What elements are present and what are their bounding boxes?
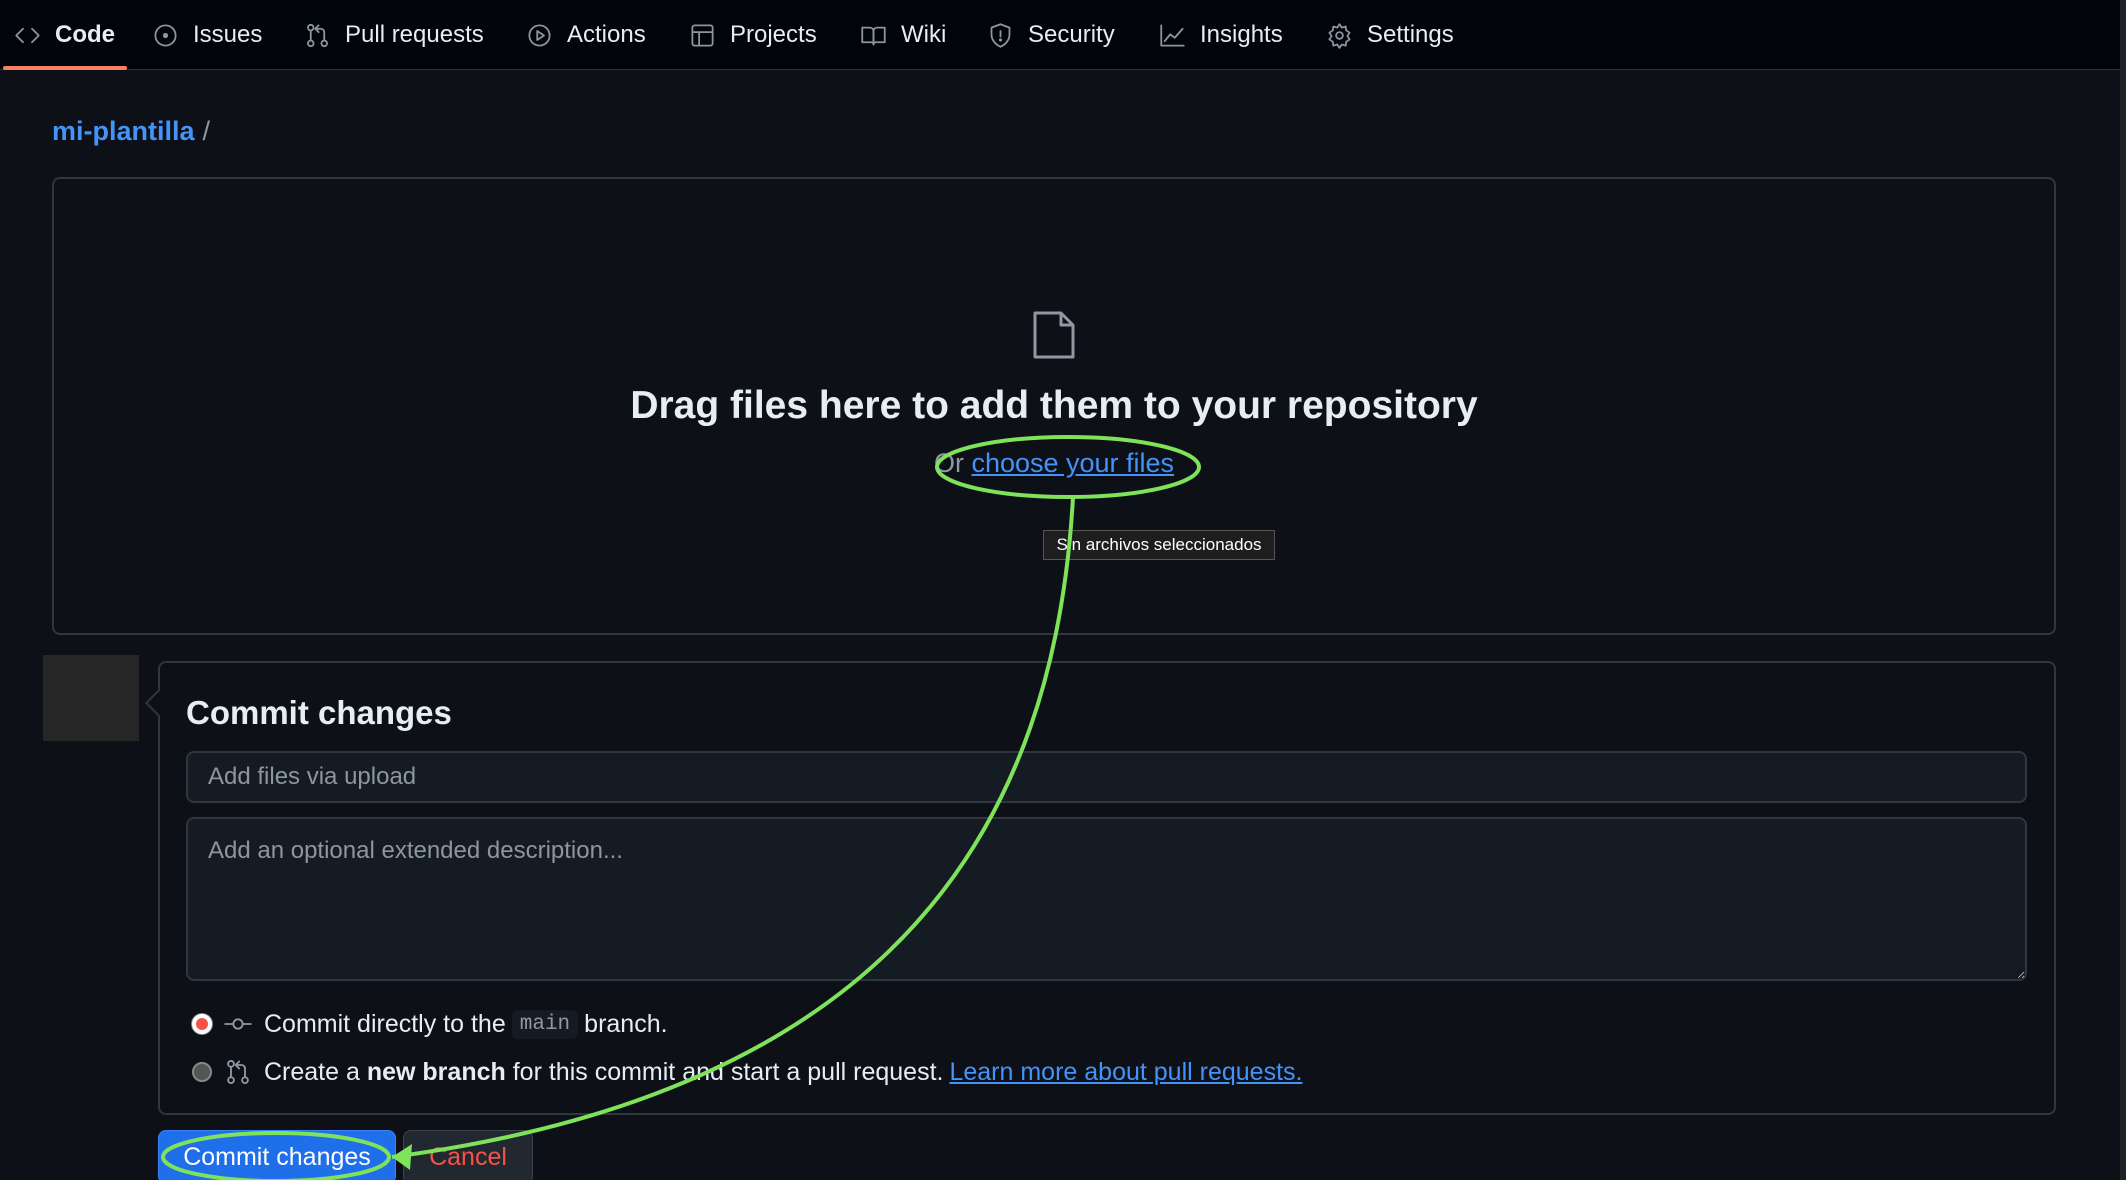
tab-label: Pull requests bbox=[345, 21, 484, 48]
tab-projects[interactable]: Projects bbox=[689, 0, 817, 70]
shield-icon bbox=[990, 22, 1011, 48]
tab-label: Settings bbox=[1367, 21, 1454, 48]
tab-label: Insights bbox=[1200, 21, 1283, 48]
tab-security[interactable]: Security bbox=[987, 0, 1115, 70]
commit-summary-input[interactable] bbox=[186, 751, 2027, 803]
table-icon bbox=[691, 23, 714, 47]
breadcrumb-separator: / bbox=[202, 115, 211, 146]
commit-changes-button[interactable]: Commit changes bbox=[158, 1130, 396, 1180]
book-icon bbox=[861, 26, 886, 45]
tab-label: Projects bbox=[730, 21, 817, 48]
new-branch-bold: new branch bbox=[366, 1057, 506, 1086]
tab-issues[interactable]: Issues bbox=[152, 0, 262, 70]
cancel-button[interactable]: Cancel bbox=[403, 1130, 533, 1180]
pull-request-icon bbox=[307, 23, 328, 47]
commit-direct-option[interactable]: Commit directly to the main branch. bbox=[192, 1006, 668, 1042]
commit-heading: Commit changes bbox=[186, 694, 452, 731]
tab-code[interactable]: Code bbox=[14, 0, 115, 70]
tab-label: Actions bbox=[567, 21, 646, 48]
commit-direct-prefix: Commit directly to the bbox=[264, 1009, 506, 1038]
commit-direct-suffix: branch. bbox=[584, 1009, 668, 1038]
commit-direct-radio[interactable] bbox=[192, 1014, 212, 1034]
play-icon bbox=[528, 23, 551, 47]
drop-zone-title: Drag files here to add them to your repo… bbox=[630, 384, 1478, 427]
new-branch-prefix: Create a bbox=[264, 1057, 360, 1086]
scrollbar[interactable] bbox=[2120, 0, 2126, 1180]
active-tab-indicator bbox=[3, 66, 127, 70]
new-branch-radio[interactable] bbox=[192, 1062, 212, 1082]
file-icon bbox=[1033, 311, 1075, 359]
or-text: Or bbox=[933, 448, 964, 478]
branch-name: main bbox=[511, 1009, 579, 1039]
tab-pull-requests[interactable]: Pull requests bbox=[304, 0, 484, 70]
pull-request-icon bbox=[227, 1059, 249, 1085]
repo-link[interactable]: mi-plantilla bbox=[52, 116, 195, 147]
tab-insights[interactable]: Insights bbox=[1159, 0, 1283, 70]
graph-icon bbox=[1160, 23, 1185, 47]
choose-files-line: Or choose your files bbox=[0, 448, 2108, 479]
tab-label: Code bbox=[55, 21, 115, 48]
tab-label: Issues bbox=[193, 21, 263, 48]
commit-description-input[interactable] bbox=[186, 817, 2027, 981]
repo-nav: Code Issues Pull requests Actions Projec… bbox=[0, 0, 2126, 70]
code-icon bbox=[15, 27, 40, 43]
breadcrumb: mi-plantilla / bbox=[52, 113, 210, 149]
issue-icon bbox=[154, 23, 177, 47]
tab-label: Wiki bbox=[901, 21, 947, 48]
git-commit-icon bbox=[224, 1018, 252, 1030]
tab-settings[interactable]: Settings bbox=[1326, 0, 1454, 70]
tab-wiki[interactable]: Wiki bbox=[860, 0, 946, 70]
file-status-tooltip: Sin archivos seleccionados bbox=[1043, 530, 1275, 560]
avatar bbox=[43, 655, 139, 741]
new-branch-option[interactable]: Create a new branch for this commit and … bbox=[192, 1054, 1302, 1090]
gear-icon bbox=[1328, 22, 1351, 49]
tab-actions[interactable]: Actions bbox=[526, 0, 646, 70]
tab-label: Security bbox=[1028, 21, 1115, 48]
new-branch-suffix: for this commit and start a pull request… bbox=[512, 1057, 944, 1086]
learn-more-link[interactable]: Learn more about pull requests. bbox=[949, 1058, 1302, 1087]
choose-files-link[interactable]: choose your files bbox=[971, 448, 1174, 478]
